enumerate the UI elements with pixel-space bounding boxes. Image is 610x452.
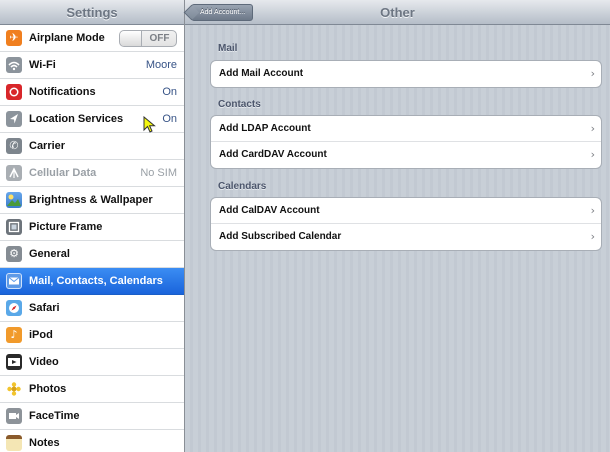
row-label: Add LDAP Account (219, 123, 311, 134)
sidebar-item-label: iPod (29, 329, 53, 341)
sidebar-item-wifi[interactable]: Wi-Fi Moore (0, 52, 184, 79)
chevron-right-icon: › (590, 204, 595, 217)
notifications-icon (6, 84, 22, 100)
settings-nav-bar: Settings (0, 0, 184, 25)
sidebar-item-label: General (29, 248, 70, 260)
sidebar-item-mail-contacts-calendars[interactable]: Mail, Contacts, Calendars (0, 268, 184, 295)
cellular-icon (6, 165, 22, 181)
picture-frame-icon (6, 219, 22, 235)
sidebar-item-label: Picture Frame (29, 221, 103, 233)
chevron-right-icon: › (590, 230, 595, 243)
sidebar-item-label: Mail, Contacts, Calendars (29, 275, 163, 287)
add-caldav-account-row[interactable]: Add CalDAV Account › (211, 198, 601, 224)
row-label: Add CardDAV Account (219, 149, 327, 160)
sidebar-item-facetime[interactable]: FaceTime (0, 403, 184, 430)
sidebar-item-notifications[interactable]: Notifications On (0, 79, 184, 106)
notes-icon (6, 435, 22, 451)
add-subscribed-calendar-row[interactable]: Add Subscribed Calendar › (211, 224, 601, 250)
group-calendars: Add CalDAV Account › Add Subscribed Cale… (210, 197, 602, 251)
sidebar-item-photos[interactable]: Photos (0, 376, 184, 403)
sidebar-item-label: Notifications (29, 86, 96, 98)
video-icon (6, 354, 22, 370)
brightness-icon (6, 192, 22, 208)
chevron-right-icon: › (590, 67, 595, 80)
add-ldap-account-row[interactable]: Add LDAP Account › (211, 116, 601, 142)
sidebar-item-label: Airplane Mode (29, 32, 105, 44)
sidebar-item-ipod[interactable]: ♪ iPod (0, 322, 184, 349)
section-header-calendars: Calendars (218, 181, 267, 192)
sidebar-item-safari[interactable]: Safari (0, 295, 184, 322)
photos-icon (6, 381, 22, 397)
add-mail-account-row[interactable]: Add Mail Account › (211, 61, 601, 87)
airplane-mode-toggle[interactable]: OFF (119, 30, 177, 47)
detail-nav-bar: Other Add Account... (185, 0, 610, 25)
notifications-value: On (162, 86, 177, 98)
sidebar-item-video[interactable]: Video (0, 349, 184, 376)
group-contacts: Add LDAP Account › Add CardDAV Account › (210, 115, 602, 169)
row-label: Add CalDAV Account (219, 205, 320, 216)
sidebar-item-picture-frame[interactable]: Picture Frame (0, 214, 184, 241)
sidebar-item-airplane-mode[interactable]: ✈ Airplane Mode OFF (0, 25, 184, 52)
settings-sidebar: Settings ✈ Airplane Mode OFF Wi-Fi Moore… (0, 0, 185, 452)
location-icon (6, 111, 22, 127)
mouse-cursor-icon (143, 116, 156, 133)
sidebar-item-label: Location Services (29, 113, 124, 125)
sidebar-item-notes[interactable]: Notes (0, 430, 184, 452)
wifi-network-value: Moore (145, 59, 177, 71)
sidebar-item-label: Video (29, 356, 59, 368)
safari-icon (6, 300, 22, 316)
back-button[interactable]: Add Account... (191, 4, 253, 21)
wifi-icon (6, 57, 22, 73)
sidebar-item-label: Safari (29, 302, 60, 314)
facetime-icon (6, 408, 22, 424)
sidebar-item-label: Photos (29, 383, 67, 395)
sidebar-item-cellular-data[interactable]: Cellular Data No SIM (0, 160, 184, 187)
airplane-icon: ✈ (6, 30, 22, 46)
sidebar-item-brightness-wallpaper[interactable]: Brightness & Wallpaper (0, 187, 184, 214)
phone-icon: ✆ (6, 138, 22, 154)
location-services-value: On (162, 113, 177, 125)
sidebar-item-label: Cellular Data (29, 167, 97, 179)
gear-icon: ⚙ (6, 246, 22, 262)
toggle-knob[interactable] (120, 31, 142, 46)
row-label: Add Subscribed Calendar (219, 231, 342, 242)
group-mail: Add Mail Account › (210, 60, 602, 88)
chevron-right-icon: › (590, 122, 595, 135)
mail-icon (6, 273, 22, 289)
sidebar-item-label: Notes (29, 437, 60, 449)
sidebar-item-label: Carrier (29, 140, 66, 152)
row-label: Add Mail Account (219, 68, 304, 79)
cellular-data-value: No SIM (140, 167, 177, 179)
sidebar-title: Settings (66, 5, 118, 20)
section-header-contacts: Contacts (218, 99, 261, 110)
sidebar-item-carrier[interactable]: ✆ Carrier (0, 133, 184, 160)
add-carddav-account-row[interactable]: Add CardDAV Account › (211, 142, 601, 168)
sidebar-item-label: FaceTime (29, 410, 80, 422)
sidebar-item-label: Brightness & Wallpaper (29, 194, 153, 206)
chevron-right-icon: › (590, 148, 595, 161)
section-header-mail: Mail (218, 43, 238, 54)
sidebar-item-general[interactable]: ⚙ General (0, 241, 184, 268)
sidebar-item-label: Wi-Fi (29, 59, 56, 71)
ipod-icon: ♪ (6, 327, 22, 343)
toggle-state: OFF (149, 33, 170, 44)
